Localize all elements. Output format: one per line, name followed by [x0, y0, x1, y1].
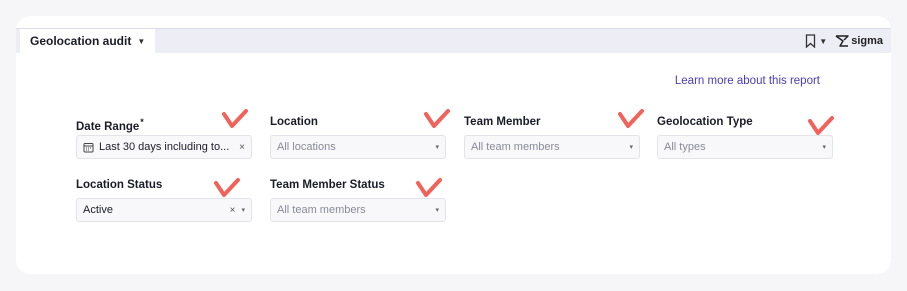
bookmark-menu-button[interactable]: ▼ — [805, 34, 827, 48]
filter-team-member: Team Member All team members ▾ — [464, 114, 640, 159]
clear-icon[interactable]: × — [239, 142, 245, 153]
top-bar: Geolocation audit ▼ ▼ sigma — [16, 28, 891, 53]
geolocation-type-placeholder: All types — [664, 141, 706, 153]
date-range-value: Last 30 days including to... — [99, 141, 230, 153]
team-member-select[interactable]: All team members ▾ — [464, 135, 640, 159]
team-member-status-select[interactable]: All team members ▾ — [270, 198, 446, 222]
chevron-down-icon: ▼ — [137, 36, 146, 46]
geolocation-type-select[interactable]: All types ▾ — [657, 135, 833, 159]
check-mark-icon — [222, 109, 248, 128]
report-title: Geolocation audit — [30, 34, 132, 48]
location-status-value: Active — [83, 204, 113, 216]
learn-more-link[interactable]: Learn more about this report — [675, 75, 820, 87]
chevron-down-icon: ▼ — [819, 36, 828, 46]
date-range-field[interactable]: Last 30 days including to... × — [76, 135, 252, 159]
top-bar-actions: ▼ sigma — [805, 29, 883, 53]
sigma-logo-icon — [835, 35, 849, 47]
sigma-logo: sigma — [835, 35, 883, 47]
team-member-placeholder: All team members — [471, 141, 560, 153]
dropdown-arrow-icon: ▾ — [435, 144, 439, 151]
report-card: Geolocation audit ▼ ▼ sigma Learn more a… — [16, 16, 891, 274]
dropdown-arrow-icon: ▾ — [241, 207, 245, 214]
check-mark-icon — [618, 109, 644, 128]
date-range-label-text: Date Range — [76, 120, 140, 133]
check-mark-icon — [808, 116, 834, 135]
dropdown-arrow-icon: ▾ — [822, 144, 826, 151]
team-member-label: Team Member — [464, 116, 541, 128]
location-select[interactable]: All locations ▾ — [270, 135, 446, 159]
location-status-select[interactable]: Active × ▾ — [76, 198, 252, 222]
dropdown-arrow-icon: ▾ — [629, 144, 633, 151]
bookmark-icon — [806, 34, 816, 48]
required-marker: * — [140, 117, 144, 127]
check-mark-icon — [424, 109, 450, 128]
calendar-icon — [83, 142, 94, 153]
clear-icon[interactable]: × — [230, 205, 236, 216]
sigma-brand-text: sigma — [851, 35, 883, 47]
report-title-tab[interactable]: Geolocation audit ▼ — [20, 29, 156, 53]
dropdown-arrow-icon: ▾ — [435, 207, 439, 214]
location-placeholder: All locations — [277, 141, 336, 153]
team-member-status-placeholder: All team members — [277, 204, 366, 216]
filter-location: Location All locations ▾ — [270, 114, 446, 159]
check-mark-icon — [416, 178, 442, 197]
check-mark-icon — [214, 178, 240, 197]
location-label: Location — [270, 116, 318, 128]
